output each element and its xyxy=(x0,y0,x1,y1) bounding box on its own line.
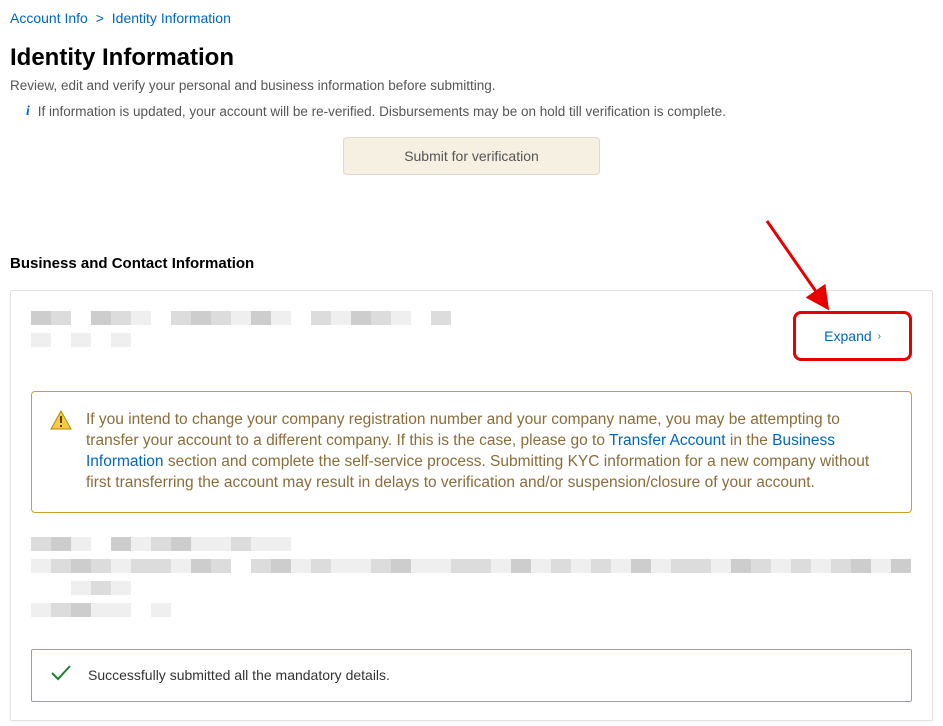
redacted-business-name xyxy=(31,311,451,347)
expand-highlight-annotation: Expand › xyxy=(793,311,912,361)
chevron-right-icon: › xyxy=(878,331,881,342)
warning-part3: section and complete the self-service pr… xyxy=(86,453,869,491)
info-note-text: If information is updated, your account … xyxy=(38,104,726,119)
breadcrumb: Account Info > Identity Information xyxy=(10,10,933,26)
submit-row: Submit for verification xyxy=(10,137,933,175)
redacted-details-block xyxy=(31,537,912,617)
success-message: Successfully submitted all the mandatory… xyxy=(88,667,390,683)
business-contact-card: Expand › If you intend to change your co… xyxy=(10,290,933,721)
breadcrumb-root-link[interactable]: Account Info xyxy=(10,10,88,26)
info-banner: i If information is updated, your accoun… xyxy=(26,103,933,119)
expand-label: Expand xyxy=(824,328,871,344)
submit-for-verification-button[interactable]: Submit for verification xyxy=(343,137,600,175)
success-banner: Successfully submitted all the mandatory… xyxy=(31,649,912,702)
expand-button[interactable]: Expand › xyxy=(810,322,895,350)
transfer-account-warning: If you intend to change your company reg… xyxy=(31,391,912,513)
warning-icon xyxy=(50,410,72,494)
warning-text: If you intend to change your company reg… xyxy=(86,410,891,494)
breadcrumb-current-link[interactable]: Identity Information xyxy=(112,10,231,26)
transfer-account-link[interactable]: Transfer Account xyxy=(609,432,726,449)
warning-part2: in the xyxy=(726,432,773,449)
checkmark-icon xyxy=(50,664,72,687)
info-icon: i xyxy=(26,103,30,119)
breadcrumb-separator: > xyxy=(96,10,104,26)
page-title: Identity Information xyxy=(10,44,933,72)
section-header-business-contact: Business and Contact Information xyxy=(10,255,933,272)
page-subtitle: Review, edit and verify your personal an… xyxy=(10,78,933,93)
